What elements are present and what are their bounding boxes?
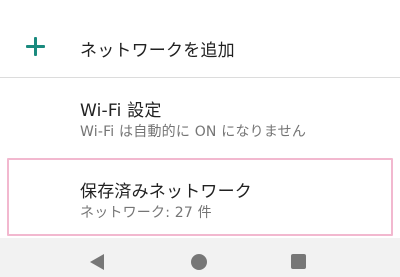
add-network-row[interactable]: ネットワークを追加 [0, 0, 400, 77]
add-network-label: ネットワークを追加 [80, 41, 235, 61]
saved-networks-subtitle: ネットワーク: 27 件 [80, 205, 212, 221]
saved-networks-row[interactable]: 保存済みネットワーク ネットワーク: 27 件 [7, 158, 393, 236]
saved-networks-title: 保存済みネットワーク [80, 182, 252, 202]
wifi-settings-subtitle: Wi-Fi は自動的に ON になりません [80, 124, 307, 140]
home-icon[interactable] [191, 254, 207, 270]
wifi-settings-row[interactable]: Wi-Fi 設定 Wi-Fi は自動的に ON になりません [0, 78, 400, 158]
navigation-bar [0, 238, 400, 277]
plus-icon [26, 37, 45, 56]
wifi-settings-title: Wi-Fi 設定 [80, 101, 162, 121]
recents-icon[interactable] [291, 254, 306, 269]
back-icon[interactable] [90, 254, 104, 270]
settings-screen: ネットワークを追加 Wi-Fi 設定 Wi-Fi は自動的に ON になりません… [0, 0, 400, 238]
